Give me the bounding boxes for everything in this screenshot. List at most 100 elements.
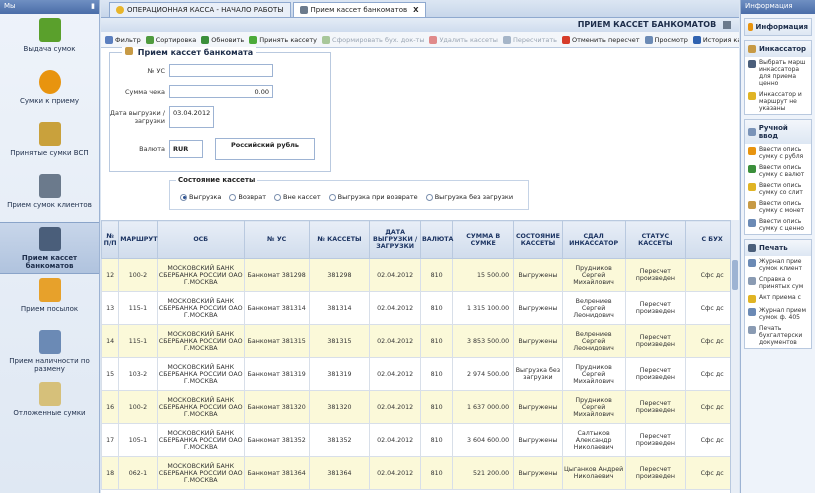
info-icon	[748, 23, 753, 31]
toolbar-button[interactable]: Обновить	[201, 35, 245, 44]
table-row[interactable]: 15 103-2 МОСКОВСКИЙ БАНК СБЕРБАНКА РОССИИ …	[100, 357, 739, 391]
info-link[interactable]: Ввести опись сумку с монет	[745, 198, 811, 216]
nav-item[interactable]: Выдача сумок	[0, 14, 99, 66]
state-radio[interactable]: Выгрузка	[180, 193, 221, 201]
column-header[interactable]: СТАТУС КАССЕТЫ	[624, 220, 687, 259]
toolbar-icon	[644, 35, 653, 44]
toolbar-button[interactable]: Сортировка	[145, 35, 196, 44]
info-link[interactable]: Справка о принятых сум	[745, 274, 811, 292]
info-link[interactable]: Журнал прие сумок клиент	[745, 256, 811, 274]
table-cell: Банкомат 381314	[243, 291, 310, 325]
cassette-icon	[299, 6, 308, 14]
table-cell: 100-2	[118, 258, 158, 292]
currency-label: Валюта	[139, 145, 165, 153]
radio-circle[interactable]	[273, 193, 281, 201]
nav-item[interactable]: Прием сумок клиентов	[0, 170, 99, 222]
info-link-label: Журнал прием сумок ф. 405	[759, 307, 807, 321]
nav-item[interactable]: Прием посылок	[0, 274, 99, 326]
toolbar-button[interactable]: Сформировать бух. док-ты	[322, 35, 424, 44]
toolbar-button[interactable]: Принять кассету	[249, 35, 317, 44]
table-row[interactable]: 14 115-1 МОСКОВСКИЙ БАНК СБЕРБАНКА РОССИИ …	[100, 324, 739, 358]
nav-item[interactable]: Прием кассет банкоматов	[0, 222, 99, 274]
toolbar-button[interactable]: Фильтр	[105, 35, 141, 44]
column-header[interactable]: ВАЛЮТА	[419, 220, 453, 259]
date-input[interactable]: 03.04.2012	[169, 106, 214, 128]
state-radio[interactable]: Вне кассет	[273, 193, 321, 201]
info-link[interactable]: Журнал прием сумок ф. 405	[745, 305, 811, 323]
table-row[interactable]: 16 100-2 МОСКОВСКИЙ БАНК СБЕРБАНКА РОССИИ …	[100, 390, 739, 424]
nav-item[interactable]: Прием наличности по размену	[0, 326, 99, 378]
table-row[interactable]: 13 115-1 МОСКОВСКИЙ БАНК СБЕРБАНКА РОССИИ …	[100, 291, 739, 325]
table-cell: МОСКОВСКИЙ БАНК СБЕРБАНКА РОССИИ ОАО Г.М…	[156, 390, 245, 424]
info-section-label: Ручной ввод	[758, 124, 788, 140]
table-cell: 12	[100, 258, 120, 292]
state-radio[interactable]: Выгрузка без загрузки	[425, 193, 513, 201]
column-header[interactable]: ДАТА ВЫГРУЗКИ / ЗАГРУЗКИ	[369, 220, 421, 259]
pin-icon[interactable]: ▮	[91, 2, 95, 12]
box-icon	[748, 219, 756, 227]
tab-atm-cassettes[interactable]: Прием кассет банкоматов X	[292, 2, 426, 17]
state-radio[interactable]: Возврат	[229, 193, 266, 201]
table-cell: 1 315 100.00	[452, 291, 515, 325]
info-link[interactable]: Ввести опись сумку с валют	[745, 162, 811, 180]
nav-item[interactable]: Отложенные сумки	[0, 378, 99, 430]
info-link[interactable]: Печать бухгалтерски документов	[745, 323, 811, 348]
table-row[interactable]: 18 062-1 МОСКОВСКИЙ БАНК СБЕРБАНКА РОССИИ …	[100, 456, 739, 490]
currency-code-input[interactable]: RUR	[169, 140, 203, 158]
toolbar-label: Обновить	[211, 35, 245, 44]
table-scrollbar[interactable]	[730, 220, 739, 493]
info-link[interactable]: Инкассатор и маршрут не указаны	[745, 89, 811, 114]
table-row[interactable]: 12 100-2 МОСКОВСКИЙ БАНК СБЕРБАНКА РОССИИ …	[100, 258, 739, 292]
column-header[interactable]: СОСТОЯНИЕ КАССЕТЫ	[513, 220, 563, 259]
info-link-label: Ввести опись сумку с рубля	[759, 146, 804, 160]
info-link[interactable]: Выбрать марш инкассатора для приема ценн…	[745, 57, 811, 89]
column-header[interactable]: СДАЛ ИНКАССАТОР	[561, 220, 626, 259]
column-header[interactable]: № КАССЕТЫ	[308, 220, 371, 259]
toolbar-button[interactable]: Просмотр	[644, 35, 688, 44]
toolbar-icon	[692, 35, 701, 44]
info-link[interactable]: Ввести опись сумку со слит	[745, 180, 811, 198]
column-header[interactable]: ОСБ	[156, 220, 245, 259]
info-section-title[interactable]: Ручной ввод	[745, 120, 811, 144]
table-cell: 381320	[308, 390, 371, 424]
table-cell: 17	[100, 423, 120, 457]
radio-circle[interactable]	[425, 193, 433, 201]
info-link-label: Справка о принятых сум	[759, 276, 804, 290]
sum-input[interactable]: 0.00	[169, 85, 273, 98]
info-section-title[interactable]: Информация	[745, 19, 811, 35]
close-icon[interactable]: X	[413, 6, 418, 14]
state-radio[interactable]: Выгрузка при возврате	[328, 193, 418, 201]
table-cell: 2 974 500.00	[452, 357, 515, 391]
table-cell: 115-1	[118, 324, 158, 358]
column-header[interactable]: МАРШРУТ	[118, 220, 158, 259]
toolbar-button[interactable]: Удалить кассеты	[429, 35, 498, 44]
tab-cash-start[interactable]: ОПЕРАЦИОННАЯ КАССА - НАЧАЛО РАБОТЫ	[109, 2, 291, 17]
uc-input[interactable]	[169, 64, 273, 77]
table-row[interactable]: 17 105-1 МОСКОВСКИЙ БАНК СБЕРБАНКА РОССИИ …	[100, 423, 739, 457]
toolbar-button[interactable]: Отменить пересчет	[561, 35, 640, 44]
table-cell: 810	[419, 291, 454, 325]
scrollbar-thumb[interactable]	[732, 260, 738, 290]
info-section-title[interactable]: Печать	[745, 240, 811, 256]
toolbar-button[interactable]: История кассеты	[692, 35, 739, 44]
table-cell: Банкомат 381298	[243, 258, 310, 292]
nav-item[interactable]: Сумки к приему	[0, 66, 99, 118]
table-cell: Выгружены	[513, 423, 563, 457]
info-section: Инкассатор Выбрать марш инкассатора для п…	[744, 40, 812, 115]
column-header[interactable]: № П/П	[100, 220, 120, 259]
radio-circle[interactable]	[328, 193, 336, 201]
info-link[interactable]: Акт приема с	[745, 292, 811, 305]
table-cell: Салтыков Александр Николаевич	[561, 423, 626, 457]
radio-circle[interactable]	[229, 193, 237, 201]
info-link[interactable]: Ввести опись сумку с рубля	[745, 144, 811, 162]
column-header[interactable]: № УС	[243, 220, 310, 259]
toolbar-button[interactable]: Пересчитать	[502, 35, 557, 44]
nav-item[interactable]: Принятые сумки ВСП	[0, 118, 99, 170]
radio-circle[interactable]	[180, 193, 187, 201]
toolbar-icon	[322, 35, 331, 44]
info-link[interactable]: Ввести опись сумку с ценно	[745, 216, 811, 234]
table-cell: 13	[100, 291, 120, 325]
column-header[interactable]: СУММА В СУМКЕ	[452, 220, 515, 259]
info-section-title[interactable]: Инкассатор	[745, 41, 811, 57]
table-cell: 103-2	[118, 357, 158, 391]
